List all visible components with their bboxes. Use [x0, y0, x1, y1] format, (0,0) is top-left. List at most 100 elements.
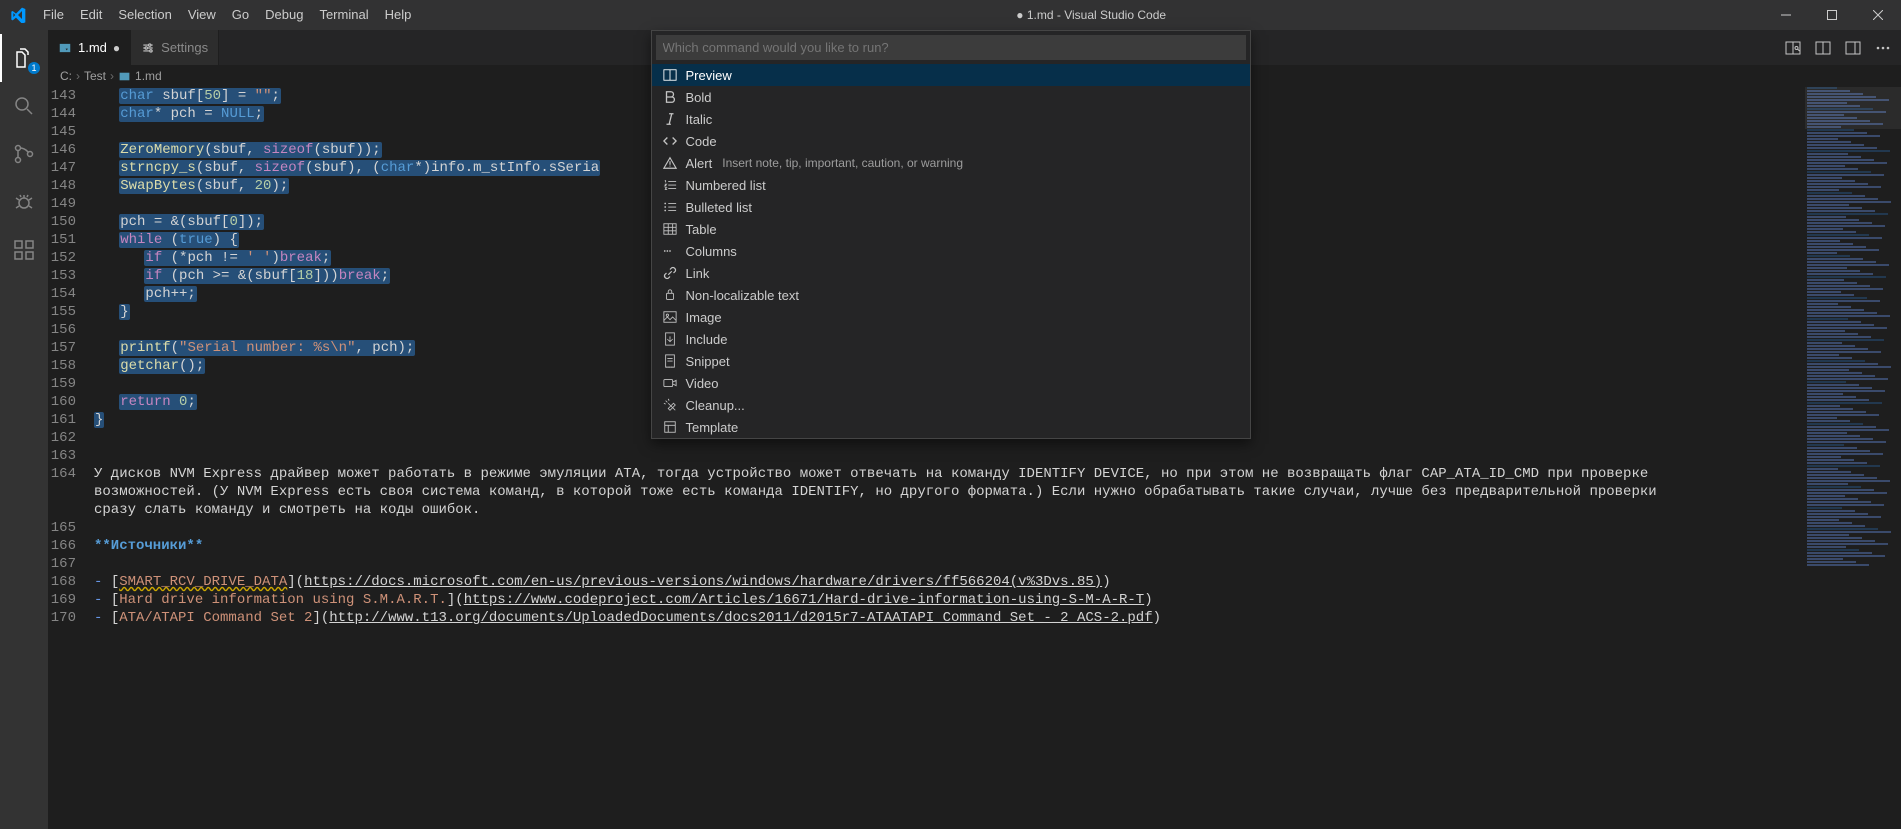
palette-item[interactable]: Link	[652, 262, 1250, 284]
toggle-layout-icon[interactable]	[1845, 40, 1861, 56]
palette-item[interactable]: Video	[652, 372, 1250, 394]
code-line[interactable]: 165	[48, 519, 1801, 537]
more-actions-icon[interactable]	[1875, 40, 1891, 56]
palette-item[interactable]: Non-localizable text	[652, 284, 1250, 306]
activity-debug[interactable]	[0, 178, 48, 226]
menu-help[interactable]: Help	[377, 0, 420, 30]
image-icon	[662, 310, 678, 324]
line-number: 163	[48, 447, 94, 465]
close-button[interactable]	[1855, 0, 1901, 30]
activity-extensions[interactable]	[0, 226, 48, 274]
palette-item-label: Image	[686, 310, 722, 325]
code-line[interactable]: 166**Источники**	[48, 537, 1801, 555]
line-content: SwapBytes(sbuf, 20);	[94, 177, 289, 195]
activity-explorer[interactable]: 1	[0, 34, 48, 82]
breadcrumb-item[interactable]: C:	[60, 69, 72, 83]
palette-item-label: Video	[686, 376, 719, 391]
chevron-right-icon: ›	[110, 69, 114, 83]
titlebar: File Edit Selection View Go Debug Termin…	[0, 0, 1901, 30]
code-line[interactable]: 170- [ATA/ATAPI Command Set 2](http://ww…	[48, 609, 1801, 627]
code-line[interactable]: 169- [Hard drive information using S.M.A…	[48, 591, 1801, 609]
line-content: strncpy_s(sbuf, sizeof(sbuf), (char*)inf…	[94, 159, 600, 177]
palette-item[interactable]: Code	[652, 130, 1250, 152]
line-number: 149	[48, 195, 94, 213]
tab-label: Settings	[161, 40, 208, 55]
command-palette-input[interactable]	[656, 35, 1246, 60]
link-icon	[662, 266, 678, 280]
palette-item[interactable]: AlertInsert note, tip, important, cautio…	[652, 152, 1250, 174]
line-number	[48, 501, 94, 519]
menu-bar: File Edit Selection View Go Debug Termin…	[35, 0, 419, 30]
explorer-badge: 1	[28, 62, 40, 74]
palette-item[interactable]: Italic	[652, 108, 1250, 130]
palette-item[interactable]: Snippet	[652, 350, 1250, 372]
palette-item-label: Snippet	[686, 354, 730, 369]
line-number: 168	[48, 573, 94, 591]
palette-item[interactable]: Table	[652, 218, 1250, 240]
palette-item[interactable]: Include	[652, 328, 1250, 350]
code-line[interactable]: 163	[48, 447, 1801, 465]
code-line[interactable]: возможностей. (У NVM Express есть своя с…	[48, 483, 1801, 501]
palette-item[interactable]: Columns	[652, 240, 1250, 262]
palette-item[interactable]: Template	[652, 416, 1250, 438]
line-number: 148	[48, 177, 94, 195]
menu-selection[interactable]: Selection	[110, 0, 179, 30]
minimap-viewport[interactable]	[1805, 87, 1901, 129]
menu-edit[interactable]: Edit	[72, 0, 110, 30]
markdown-file-icon	[118, 70, 131, 83]
line-content: char sbuf[50] = "";	[94, 87, 281, 105]
menu-file[interactable]: File	[35, 0, 72, 30]
code-line[interactable]: сразу слать команду и смотреть на коды о…	[48, 501, 1801, 519]
alert-icon	[662, 156, 678, 170]
line-content: - [ATA/ATAPI Command Set 2](http://www.t…	[94, 609, 1161, 627]
chevron-right-icon: ›	[76, 69, 80, 83]
command-palette-list: PreviewBold Italic CodeAlertInsert note, t…	[652, 64, 1250, 438]
breadcrumb-item[interactable]: Test	[84, 69, 106, 83]
palette-item[interactable]: Numbered list	[652, 174, 1250, 196]
line-number: 143	[48, 87, 94, 105]
italic-icon	[662, 112, 678, 126]
dirty-indicator-icon: ●	[113, 41, 120, 55]
line-content: return 0;	[94, 393, 197, 411]
split-editor-icon[interactable]	[1815, 40, 1831, 56]
line-content: while (true) {	[94, 231, 239, 249]
minimize-button[interactable]	[1763, 0, 1809, 30]
line-number: 155	[48, 303, 94, 321]
activity-source-control[interactable]	[0, 130, 48, 178]
menu-view[interactable]: View	[180, 0, 224, 30]
code-line[interactable]: 164У дисков NVM Express драйвер может ра…	[48, 465, 1801, 483]
minimap[interactable]	[1805, 87, 1901, 829]
numbered-list-icon	[662, 178, 678, 192]
palette-item-label: Columns	[686, 244, 737, 259]
palette-item-label: Numbered list	[686, 178, 766, 193]
maximize-button[interactable]	[1809, 0, 1855, 30]
menu-go[interactable]: Go	[224, 0, 257, 30]
palette-item[interactable]: Bulleted list	[652, 196, 1250, 218]
line-content: pch++;	[94, 285, 197, 303]
non-localizable-text-icon	[662, 288, 678, 302]
palette-item-label: Italic	[686, 112, 713, 127]
activity-search[interactable]	[0, 82, 48, 130]
window-title: ● 1.md - Visual Studio Code	[419, 8, 1763, 22]
line-content: pch = &(sbuf[0]);	[94, 213, 264, 231]
palette-item[interactable]: Bold	[652, 86, 1250, 108]
code-line[interactable]: 167	[48, 555, 1801, 573]
palette-item-label: Bulleted list	[686, 200, 752, 215]
line-content: У дисков NVM Express драйвер может работ…	[94, 465, 1648, 483]
markdown-file-icon	[58, 41, 72, 55]
breadcrumb-item[interactable]: 1.md	[118, 69, 162, 83]
menu-debug[interactable]: Debug	[257, 0, 311, 30]
palette-item-label: Non-localizable text	[686, 288, 799, 303]
menu-terminal[interactable]: Terminal	[311, 0, 376, 30]
line-number: 162	[48, 429, 94, 447]
window-controls	[1763, 0, 1901, 30]
line-number: 151	[48, 231, 94, 249]
open-preview-side-icon[interactable]	[1785, 40, 1801, 56]
settings-icon	[141, 41, 155, 55]
palette-item[interactable]: Cleanup...	[652, 394, 1250, 416]
tab-1md[interactable]: 1.md ●	[48, 30, 131, 65]
palette-item[interactable]: Image	[652, 306, 1250, 328]
tab-settings[interactable]: Settings	[131, 30, 219, 65]
palette-item[interactable]: Preview	[652, 64, 1250, 86]
code-line[interactable]: 168- [SMART_RCV_DRIVE_DATA](https://docs…	[48, 573, 1801, 591]
